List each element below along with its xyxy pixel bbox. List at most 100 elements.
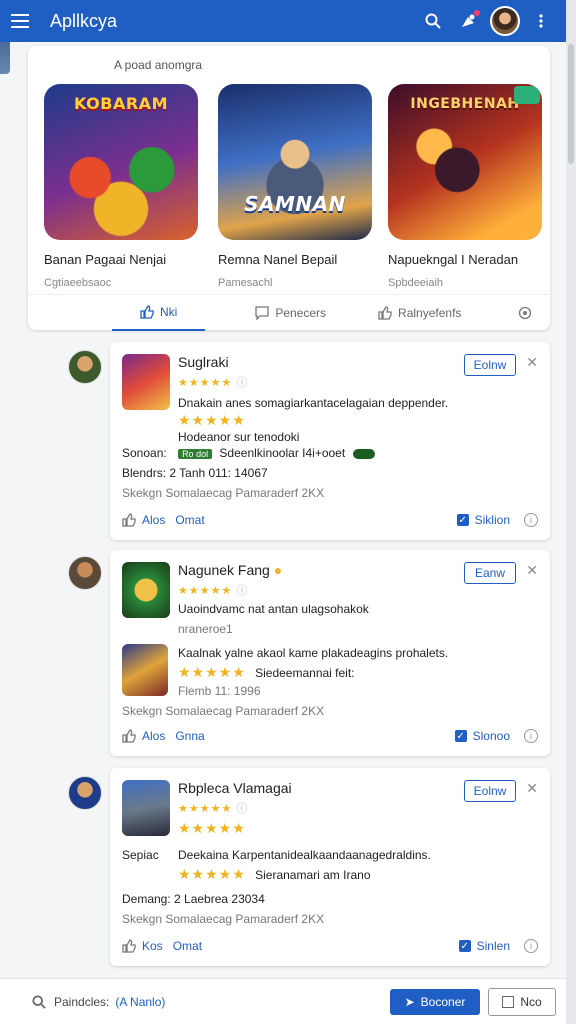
like-button[interactable]: Kos [142,939,163,953]
reviewer-name[interactable]: Rbpleca Vlamagai [178,780,292,796]
status-badge: Ro dol [178,448,213,459]
rating-stars: ★★★★★ ⓘ [178,803,249,815]
menu-icon[interactable] [0,0,40,42]
thumb-up-icon[interactable] [122,513,136,527]
close-icon[interactable]: ✕ [526,562,538,579]
notifications-icon[interactable] [454,0,484,42]
close-icon[interactable]: ✕ [526,780,538,797]
like-text: Omat [175,513,205,527]
rating-stars: ★★★★★ ⓘ [178,585,249,597]
notification-dot [474,10,480,16]
game-artwork[interactable]: SAMNAN [218,84,372,240]
secondary-button[interactable]: Nco [488,987,556,1016]
review-subline: Hodeanor sur tenodoki [178,430,300,444]
info-icon: ⓘ [236,377,249,389]
follow-button[interactable]: Eolnw [464,354,516,376]
profile-avatar[interactable] [490,0,520,42]
review-action[interactable]: ✓ Siklion i [456,513,538,527]
checkbox-icon: ✓ [456,514,469,526]
game-name[interactable]: Banan Pagaai Nenjai [44,252,204,267]
like-text: Gnna [175,729,205,743]
tab-label: Nki [160,305,178,319]
app-title: Apllkcya [50,10,118,31]
review-source: Skekgn Somalaecag Pamaraderf 2KX [122,486,325,500]
game-art-title: SAMNAN [244,192,346,216]
game-thumbnail[interactable] [122,780,170,836]
thumb-up-icon [140,305,154,319]
review-actions: Kos Omat ✓ Sinlen i [122,936,538,956]
game-tile-3[interactable]: INGEBHENAH Napuekngal I Neradan Spbdeeia… [388,84,548,289]
review-text: Deekaina Karpentanidealkaandaanagedraldi… [178,848,431,862]
review-stars: ★★★★★ [178,412,246,428]
tab-recommendations[interactable]: Ralnyefenfs [378,295,461,331]
reviewer-avatar[interactable] [68,350,102,384]
like-button[interactable]: Alos [142,513,165,527]
review-card: Nagunek Fang ● ★★★★★ ⓘ Eanw ✕ Uaoindvamc … [110,550,550,756]
reviewer-avatar[interactable] [68,776,102,810]
review-card: Suglraki ★★★★★ ⓘ Eolnw ✕ Dnakain anes som… [110,342,550,540]
game-artwork[interactable]: INGEBHENAH [388,84,542,240]
thumb-up-icon[interactable] [122,729,136,743]
game-thumbnail[interactable] [122,354,170,410]
search-label: Paindcles: [54,994,110,1009]
game-name[interactable]: Remna Nanel Bepail [218,252,378,267]
tab-reviews[interactable]: Penecers [255,295,326,331]
review-source: Skekgn Somalaecag Pamaraderf 2KX [122,912,325,926]
rating-stars: ★★★★★ ⓘ [178,377,249,389]
game-tile-1[interactable]: KOBARAM Banan Pagaai Nenjai Cgtiaeebsaoc [44,84,204,289]
search-icon[interactable] [32,994,46,1009]
like-button[interactable]: Alos [142,729,165,743]
settings-icon[interactable] [518,295,538,331]
review-action[interactable]: ✓ Sinlen i [458,939,538,953]
game-artwork[interactable]: KOBARAM [44,84,198,240]
emoji-icon: ● [273,562,283,578]
info-icon: ⓘ [236,803,249,815]
send-icon: ➤ [404,994,415,1009]
review-actions: Alos Gnna ✓ Slonoo i [122,726,538,746]
thumb-up-icon[interactable] [122,939,136,953]
comment-icon [255,306,269,320]
review-meta: Sonoan: Ro dol Sdeenlkinoolar I4i+ooet [122,446,375,460]
follow-button[interactable]: Eanw [464,562,516,584]
game-art-title: KOBARAM [74,94,168,113]
info-icon: i [524,729,538,743]
app-bar: Apllkcya [0,0,566,42]
checkbox-icon: ✓ [454,730,467,742]
like-text: Omat [172,939,203,953]
review-subline: nraneroe1 [178,622,233,636]
primary-button[interactable]: ➤ Boconer [390,988,480,1015]
reviewer-avatar[interactable] [68,556,102,590]
info-icon: ⓘ [236,585,249,597]
reviewer-name[interactable]: Nagunek Fang ● [178,562,282,578]
review-stars-line: ★★★★★ Sieranamari am Irano [178,866,371,882]
game-thumbnail[interactable] [122,562,170,618]
game-name[interactable]: Napuekngal I Neradan [388,252,548,267]
thumb-icon [378,306,392,320]
review-stars: ★★★★★ [178,820,246,836]
review-date: Flemb 11: 1996 [178,684,261,698]
info-icon: i [524,939,538,953]
new-badge-icon [514,86,540,104]
close-icon[interactable]: ✕ [526,354,538,371]
review-text: Kaalnak yalne akaol kame plakadeagins pr… [178,646,449,660]
reviewer-name[interactable]: Suglraki [178,354,229,370]
scrollbar[interactable] [566,0,576,1024]
review-text: Uaoindvamc nat antan ulagsohakok [178,602,369,616]
game-thumbnail[interactable] [122,644,168,696]
search-input[interactable]: (A Nanlo) [115,995,165,1009]
search-icon[interactable] [418,0,448,42]
checkbox-icon: ✓ [458,940,471,952]
tab-label: Penecers [275,306,327,320]
follow-button[interactable]: Eolnw [464,780,516,802]
game-tile-2[interactable]: SAMNAN Remna Nanel Bepail Pamesachl [218,84,378,289]
review-date: Demang: 2 Laebrea 23034 [122,892,265,906]
review-action[interactable]: ✓ Slonoo i [454,729,538,743]
tab-likes[interactable]: Nki [112,295,206,331]
review-card: Rbpleca Vlamagai ★★★★★ ⓘ Eolnw ✕ ★★★★★ Se… [110,768,550,966]
game-category: Pamesachl [218,277,273,289]
more-vert-icon[interactable] [526,0,556,42]
featured-games-card: A poad anomgra KOBARAM Banan Pagaai Nenj… [28,46,550,331]
game-category: Spbdeeiaih [388,277,444,289]
featured-subhead: A poad anomgra [114,58,203,72]
game-category: Cgtiaeebsaoc [44,277,112,289]
